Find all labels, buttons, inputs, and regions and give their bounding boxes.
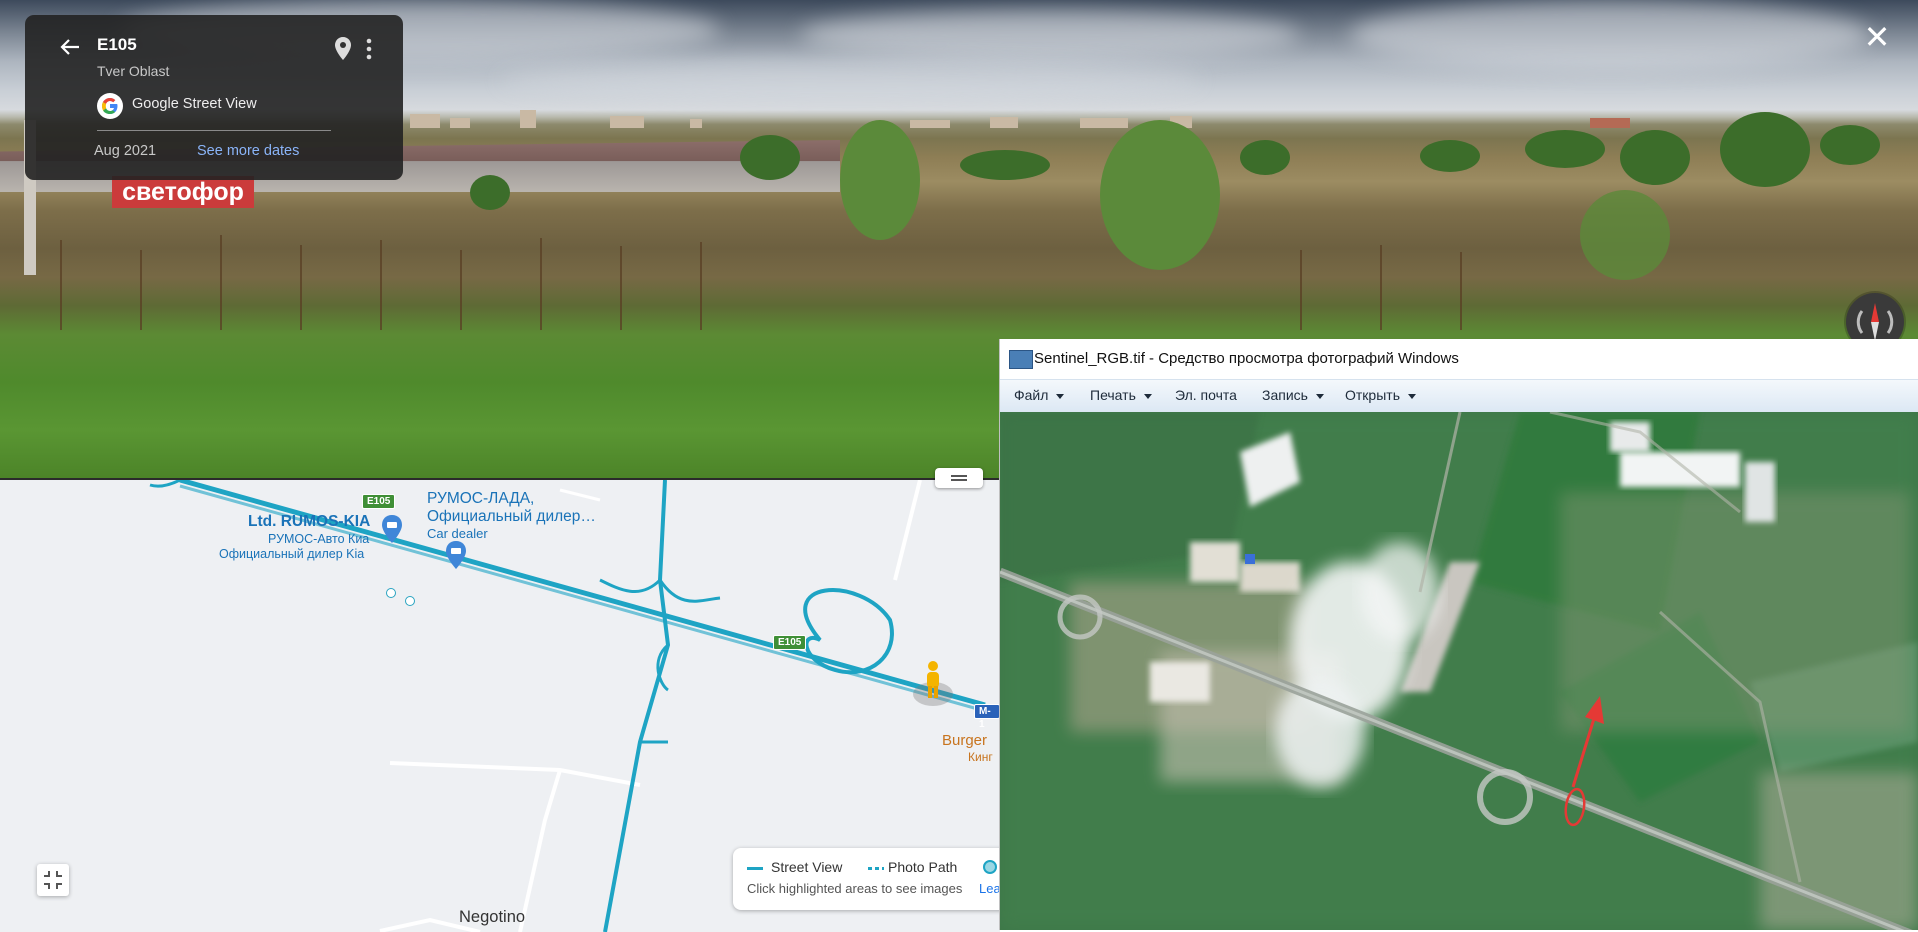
menu-email[interactable]: Эл. почта <box>1175 387 1237 403</box>
dealer-pin-icon[interactable] <box>444 540 468 570</box>
collapse-map-icon[interactable] <box>37 864 69 896</box>
viewer-title-bar[interactable]: Sentinel_RGB.tif - Средство просмотра фо… <box>1000 339 1918 379</box>
map-panel[interactable]: E105 E105 M-1 Ltd. RUMOS-KIA РУМОС-Авто … <box>0 478 1000 932</box>
menu-open[interactable]: Открыть <box>1345 387 1416 403</box>
town-label: Negotino <box>459 908 526 926</box>
poi-burger-name[interactable]: Burger <box>942 732 987 749</box>
photo-viewer-window: Sentinel_RGB.tif - Средство просмотра фо… <box>1000 339 1918 930</box>
legend-hint: Click highlighted areas to see images <box>747 881 963 896</box>
place-subtitle: Tver Oblast <box>97 63 170 79</box>
google-logo-icon <box>97 93 123 119</box>
photo-point-icon[interactable] <box>405 596 415 606</box>
resize-handle[interactable] <box>935 468 983 488</box>
menu-burn[interactable]: Запись <box>1262 387 1324 403</box>
more-options-icon[interactable] <box>364 36 374 62</box>
satellite-imagery <box>1000 412 1918 930</box>
poi-rumos-kia-name[interactable]: Ltd. RUMOS-KIA <box>248 513 370 531</box>
poi-rumos-kia-line2: Официальный дилер Kia <box>219 547 365 561</box>
store-sign: светофор <box>112 176 254 208</box>
street-view-info-card: E105 Tver Oblast Google Street View Aug … <box>25 15 403 180</box>
place-title: E105 <box>97 35 137 54</box>
poi-rumos-lada-name[interactable]: РУМОС-ЛАДА, <box>427 490 534 508</box>
poi-burger-sub: Кинг <box>968 750 993 764</box>
legend-photo-path: Photo Path <box>888 859 958 875</box>
poi-rumos-kia-line1: РУМОС-Авто Киа <box>268 532 370 546</box>
menu-file[interactable]: Файл <box>1014 387 1065 403</box>
provider-label: Google Street View <box>132 96 257 112</box>
photo-viewer-app-icon <box>1009 350 1033 369</box>
viewer-window-title: Sentinel_RGB.tif - Средство просмотра фо… <box>1034 350 1459 367</box>
card-divider <box>97 130 331 131</box>
menu-print[interactable]: Печать <box>1090 387 1152 403</box>
photo-path-line-icon <box>868 867 884 870</box>
street-view-line-icon <box>747 867 763 870</box>
photo-point-icon <box>983 860 997 874</box>
route-shield-m10: M-1 <box>974 704 1000 730</box>
distant-skyline <box>390 106 1870 128</box>
location-pin-icon[interactable] <box>334 36 352 62</box>
poi-rumos-lada-category: Car dealer <box>427 526 488 541</box>
back-arrow-icon[interactable] <box>55 32 85 62</box>
dealer-pin-icon[interactable] <box>380 514 404 544</box>
close-street-view-button[interactable]: ✕ <box>1862 21 1892 53</box>
photo-point-icon[interactable] <box>386 588 396 598</box>
route-shield-e105: E105 <box>773 635 807 650</box>
route-shield-e105: E105 <box>362 494 396 509</box>
poi-rumos-lada-line1: Официальный дилер… <box>427 508 596 525</box>
viewer-menu-bar: Файл Печать Эл. почта Запись Открыть <box>1000 379 1918 413</box>
capture-date: Aug 2021 <box>94 143 157 159</box>
satellite-image[interactable] <box>1000 412 1918 930</box>
learn-more-link[interactable]: Lea <box>979 881 1000 896</box>
legend-street-view: Street View <box>771 859 843 875</box>
map-legend: Street View Photo Path Click highlighted… <box>733 848 1000 910</box>
pegman-icon[interactable] <box>904 660 962 710</box>
see-more-dates-link[interactable]: See more dates <box>197 143 299 159</box>
